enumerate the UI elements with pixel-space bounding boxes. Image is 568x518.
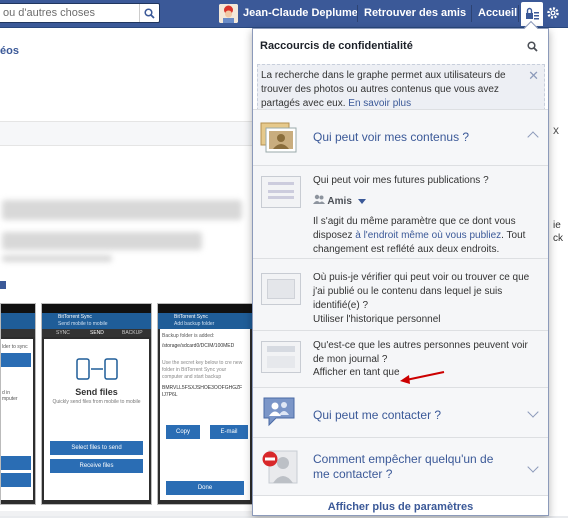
text-fragment: ck xyxy=(553,233,563,244)
phone-screenshot[interactable]: BitTorrent Sync Send mobile to mobile SY… xyxy=(41,303,152,505)
setting-description: Il s'agit du même paramètre que ce dont … xyxy=(313,216,526,255)
close-icon[interactable]: ✕ xyxy=(528,68,539,84)
privacy-shortcuts-panel: Raccourcis de confidentialité La recherc… xyxy=(252,20,549,517)
top-bar: ou d'autres choses Jean-Claude Deplume R… xyxy=(0,0,568,28)
content-icon xyxy=(260,122,297,153)
setting-future-posts: Qui peut voir mes futures publications ?… xyxy=(253,165,548,258)
timeline-icon xyxy=(261,341,301,373)
panel-title: Raccourcis de confidentialité xyxy=(260,40,413,52)
chevron-down-icon[interactable] xyxy=(527,406,539,418)
blurred-text xyxy=(2,200,242,220)
phone-screenshot[interactable]: lder to sync d in mputer xyxy=(0,303,36,505)
setting-question: Où puis-je vérifier qui peut voir ou tro… xyxy=(313,272,530,311)
post-icon xyxy=(261,176,301,208)
setting-question: Qu'est-ce que les autres personnes peuve… xyxy=(313,340,528,365)
setting-question: Qui peut voir mes futures publications ? xyxy=(313,175,489,186)
setting-activity-log: Où puis-je vérifier qui peut voir ou tro… xyxy=(253,258,548,330)
learn-more-link[interactable]: En savoir plus xyxy=(348,98,411,109)
friends-icon xyxy=(313,194,325,204)
search-icon xyxy=(144,7,155,19)
section-who-can-see[interactable]: Qui peut voir mes contenus ? xyxy=(253,109,548,165)
section-block[interactable]: Comment empêcher quelqu'un de me contact… xyxy=(253,437,548,495)
search-button[interactable] xyxy=(139,4,159,22)
gear-icon xyxy=(547,7,559,19)
more-settings-link[interactable]: Afficher plus de paramètres xyxy=(253,495,548,517)
section-who-can-contact[interactable]: Qui peut me contacter ? xyxy=(253,387,548,437)
nav-divider xyxy=(471,5,472,22)
blurred-text xyxy=(2,232,202,250)
section-label[interactable]: Qui peut me contacter ? xyxy=(313,408,441,422)
nav-link-fragment[interactable]: éos xyxy=(0,45,19,57)
search-input[interactable]: ou d'autres choses xyxy=(3,7,95,19)
nav-divider xyxy=(518,5,519,22)
post-footer xyxy=(0,511,252,516)
info-text: La recherche dans le graphe permet aux u… xyxy=(261,70,506,109)
dropdown-arrow-icon[interactable] xyxy=(357,199,366,204)
link-fragment[interactable] xyxy=(0,281,6,289)
section-label[interactable]: Qui peut voir mes contenus ? xyxy=(313,130,469,144)
nav-divider xyxy=(357,5,358,22)
activity-log-link[interactable]: Utiliser l'historique personnel xyxy=(313,313,441,327)
profile-link[interactable]: Jean-Claude Deplume xyxy=(243,7,358,19)
avatar[interactable] xyxy=(219,4,238,23)
chevron-up-icon[interactable] xyxy=(527,131,539,143)
annotation-arrow xyxy=(400,371,445,384)
text-fragment: ie xyxy=(553,220,561,231)
where-you-post-link[interactable]: à l'endroit même où vous publiez xyxy=(355,230,501,241)
settings-button[interactable] xyxy=(546,6,560,23)
search-icon[interactable] xyxy=(527,41,538,52)
activity-icon xyxy=(261,273,301,305)
contact-icon xyxy=(263,397,295,427)
find-friends-link[interactable]: Retrouver des amis xyxy=(364,7,466,19)
audience-selector[interactable]: Amis xyxy=(313,194,366,207)
phone-screenshot[interactable]: BitTorrent Sync Add backup folder Backup… xyxy=(157,303,253,505)
block-icon xyxy=(262,450,298,484)
blurred-text xyxy=(2,255,112,262)
view-as-link[interactable]: Afficher en tant que xyxy=(313,366,400,380)
section-label[interactable]: Comment empêcher quelqu'un de me contact… xyxy=(313,452,513,482)
search-box[interactable]: ou d'autres choses xyxy=(0,3,160,23)
chevron-down-icon[interactable] xyxy=(527,461,539,473)
home-link[interactable]: Accueil xyxy=(478,7,517,19)
close-fragment: x xyxy=(553,123,559,137)
tab-strip xyxy=(0,121,252,146)
